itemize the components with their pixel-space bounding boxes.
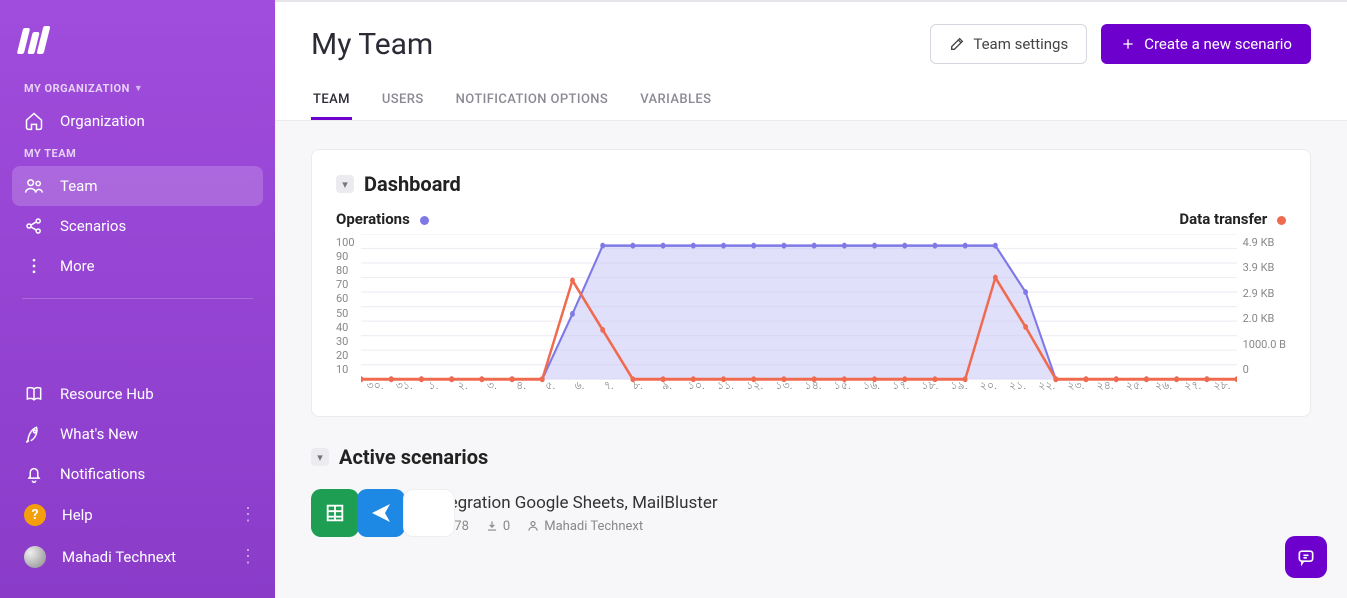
sidebar-item-help[interactable]: ? Help ⋮ <box>12 494 263 536</box>
help-icon: ? <box>24 504 46 526</box>
chart-legend: Operations Data transfer <box>336 210 1286 228</box>
scenario-owner: Mahadi Technext <box>526 519 643 534</box>
users-icon <box>24 176 44 196</box>
y-axis-left: 100908070605040302010 <box>336 234 361 394</box>
sidebar-section-team: MY TEAM <box>12 141 263 166</box>
sidebar-item-label: Organization <box>60 112 145 130</box>
home-icon <box>24 111 44 131</box>
scenario-meta: 978 0 Mahadi Technext <box>429 519 718 534</box>
y-axis-right: 4.9 KB3.9 KB2.9 KB2.0 KB1000.0 B0 <box>1237 234 1286 394</box>
tab-variables[interactable]: VARIABLES <box>638 82 713 120</box>
sidebar-item-team[interactable]: Team <box>12 166 263 206</box>
avatar <box>24 546 46 568</box>
download-icon <box>485 519 499 533</box>
sidebar-item-label: What's New <box>60 425 138 443</box>
sidebar-item-whats-new[interactable]: What's New <box>12 414 263 454</box>
swatch-data-transfer <box>1277 216 1286 225</box>
kebab-icon[interactable]: ⋮ <box>239 548 257 566</box>
scenario-title: Integration Google Sheets, MailBluster <box>429 493 718 513</box>
sidebar-item-label: Notifications <box>60 465 145 483</box>
scenario-app-icons <box>311 489 411 537</box>
team-settings-button[interactable]: Team settings <box>930 24 1087 64</box>
sidebar-item-label: Scenarios <box>60 217 126 235</box>
collapse-toggle[interactable]: ▾ <box>336 175 354 193</box>
page-title: My Team <box>311 27 433 62</box>
sidebar-section-org[interactable]: MY ORGANIZATION▼ <box>12 76 263 101</box>
main: My Team Team settings Create a new scena… <box>275 0 1347 598</box>
sidebar-item-label: Team <box>60 177 98 195</box>
kebab-icon[interactable]: ⋮ <box>239 506 257 524</box>
chart-plot: ৩০.৩১.১.২.৩.৪.৫.৬.৭.৮.৯.১০.১১.১২.১৩.১৪.১… <box>361 234 1237 394</box>
tab-users[interactable]: USERS <box>380 82 426 120</box>
chart: 100908070605040302010 ৩০.৩১.১.২.৩.৪.৫.৬.… <box>336 234 1286 394</box>
sidebar-item-organization[interactable]: Organization <box>12 101 263 141</box>
plus-icon <box>1120 36 1136 52</box>
google-sheets-icon <box>311 489 359 537</box>
chevron-down-icon: ▼ <box>134 83 143 94</box>
sidebar-item-resource-hub[interactable]: Resource Hub <box>12 374 263 414</box>
user-icon <box>526 519 540 533</box>
scenario-extra-icon <box>403 489 455 537</box>
legend-operations: Operations <box>336 210 429 228</box>
scenario-transfers: 0 <box>485 519 510 534</box>
help-fab[interactable] <box>1285 536 1327 578</box>
scenario-row[interactable]: Integration Google Sheets, MailBluster 9… <box>311 489 1311 537</box>
active-scenarios-title: Active scenarios <box>339 445 488 469</box>
top-actions: Team settings Create a new scenario <box>930 24 1311 64</box>
mailbluster-icon <box>357 489 405 537</box>
sidebar-divider <box>22 298 253 299</box>
tab-team[interactable]: TEAM <box>311 82 352 120</box>
edit-icon <box>949 36 965 52</box>
topbar: My Team Team settings Create a new scena… <box>275 2 1347 72</box>
sidebar: MY ORGANIZATION▼ Organization MY TEAM Te… <box>0 0 275 598</box>
share-icon <box>24 216 44 236</box>
active-scenarios-section: ▾ Active scenarios Integration Google Sh… <box>311 445 1311 537</box>
sidebar-item-label: More <box>60 257 95 275</box>
create-scenario-button[interactable]: Create a new scenario <box>1101 24 1311 64</box>
chat-icon <box>1296 547 1316 567</box>
legend-data-transfer: Data transfer <box>1179 210 1286 228</box>
bell-icon <box>24 464 44 484</box>
swatch-operations <box>420 216 429 225</box>
dashboard-title: Dashboard <box>364 172 461 196</box>
rocket-icon <box>24 424 44 444</box>
sidebar-item-more[interactable]: More <box>12 246 263 286</box>
app-logo <box>12 20 263 76</box>
sidebar-item-scenarios[interactable]: Scenarios <box>12 206 263 246</box>
sidebar-item-user[interactable]: Mahadi Technext ⋮ <box>12 536 263 578</box>
dots-vertical-icon <box>24 256 44 276</box>
x-axis: ৩০.৩১.১.২.৩.৪.৫.৬.৭.৮.৯.১০.১১.১২.১৩.১৪.১… <box>361 377 1237 396</box>
collapse-toggle[interactable]: ▾ <box>311 448 329 466</box>
sidebar-item-notifications[interactable]: Notifications <box>12 454 263 494</box>
book-icon <box>24 384 44 404</box>
sidebar-item-label: Resource Hub <box>60 385 154 403</box>
tabs: TEAM USERS NOTIFICATION OPTIONS VARIABLE… <box>275 72 1347 121</box>
sidebar-item-label: Help <box>62 506 93 524</box>
tab-notification-options[interactable]: NOTIFICATION OPTIONS <box>454 82 611 120</box>
dashboard-card: ▾ Dashboard Operations Data transfer 100… <box>311 149 1311 417</box>
sidebar-item-label: Mahadi Technext <box>62 548 176 566</box>
content: ▾ Dashboard Operations Data transfer 100… <box>275 121 1347 565</box>
